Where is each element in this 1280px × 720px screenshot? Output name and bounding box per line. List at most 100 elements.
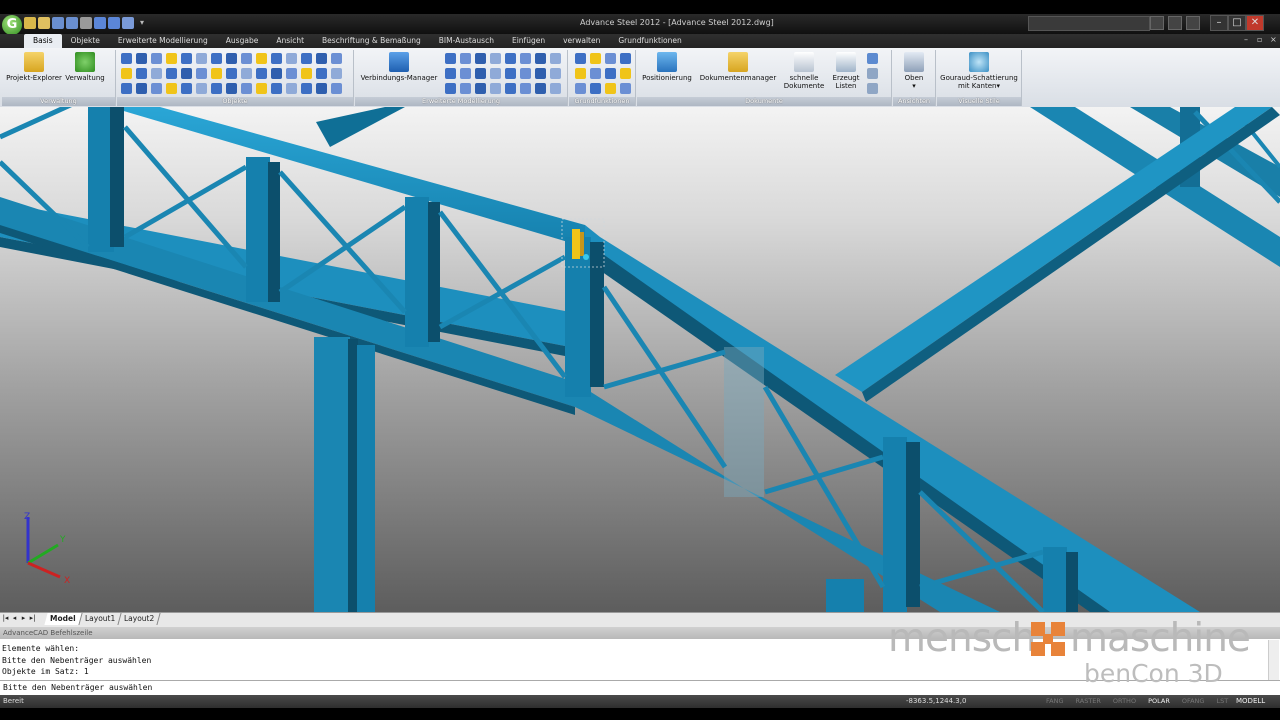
- ribbon-tool-icon[interactable]: [460, 53, 471, 64]
- ribbon-tool-icon[interactable]: [331, 68, 342, 79]
- steel-structure-3d-model[interactable]: Z Y X: [0, 107, 1280, 612]
- ribbon-tool-icon[interactable]: [505, 68, 516, 79]
- ribbon-tool-icon[interactable]: [151, 53, 162, 64]
- ribbon-tool-icon[interactable]: [535, 53, 546, 64]
- management-button[interactable]: Verwaltung: [64, 52, 106, 82]
- prev-layout-icon[interactable]: ◂: [11, 614, 18, 623]
- tab-2[interactable]: Erweiterte Modellierung: [109, 34, 217, 48]
- ribbon-tool-icon[interactable]: [256, 68, 267, 79]
- doc-restore-icon[interactable]: ▫: [1257, 35, 1262, 44]
- ribbon-tool-icon[interactable]: [271, 53, 282, 64]
- ribbon-tool-icon[interactable]: [286, 53, 297, 64]
- application-menu-button[interactable]: G: [2, 15, 22, 35]
- ribbon-tool-icon[interactable]: [301, 68, 312, 79]
- ribbon-tool-icon[interactable]: [620, 83, 631, 94]
- ribbon-tool-icon[interactable]: [166, 68, 177, 79]
- binoculars-icon[interactable]: [1150, 16, 1164, 30]
- ribbon-tool-icon[interactable]: [181, 68, 192, 79]
- ribbon-tool-icon[interactable]: [535, 68, 546, 79]
- ribbon-tool-icon[interactable]: [316, 53, 327, 64]
- ribbon-tool-icon[interactable]: [475, 53, 486, 64]
- ribbon-tool-icon[interactable]: [590, 53, 601, 64]
- model-space-button[interactable]: MODELL: [1236, 695, 1265, 708]
- new-file-icon[interactable]: [24, 17, 36, 29]
- ribbon-tool-icon[interactable]: [505, 53, 516, 64]
- close-button[interactable]: ✕: [1246, 15, 1264, 31]
- tab-4[interactable]: Ansicht: [267, 34, 313, 48]
- ribbon-tool-icon[interactable]: [590, 68, 601, 79]
- ribbon-tool-icon[interactable]: [286, 83, 297, 94]
- last-layout-icon[interactable]: ▸|: [29, 614, 36, 623]
- ribbon-tool-icon[interactable]: [196, 83, 207, 94]
- ribbon-tool-icon[interactable]: [620, 53, 631, 64]
- ribbon-tool-icon[interactable]: [331, 83, 342, 94]
- ribbon-tool-icon[interactable]: [301, 83, 312, 94]
- ribbon-tool-icon[interactable]: [460, 68, 471, 79]
- ribbon-tool-icon[interactable]: [316, 83, 327, 94]
- doc-minimize-icon[interactable]: –: [1244, 35, 1248, 44]
- truss-verticals[interactable]: [88, 107, 1078, 612]
- ribbon-tool-icon[interactable]: [575, 53, 586, 64]
- ribbon-tool-icon[interactable]: [520, 83, 531, 94]
- tab-3[interactable]: Ausgabe: [217, 34, 268, 48]
- ribbon-tool-icon[interactable]: [590, 83, 601, 94]
- ribbon-tool-icon[interactable]: [505, 83, 516, 94]
- ribbon-tool-icon[interactable]: [151, 83, 162, 94]
- ribbon-tool-icon[interactable]: [271, 83, 282, 94]
- toggle-lst[interactable]: LST: [1210, 695, 1234, 708]
- quick-documents-button[interactable]: schnelle Dokumente: [783, 52, 825, 90]
- search-input[interactable]: [1028, 16, 1150, 31]
- ribbon-tool-icon[interactable]: [226, 68, 237, 79]
- tab-7[interactable]: Einfügen: [503, 34, 554, 48]
- generated-lists-button[interactable]: Erzeugt Listen: [829, 52, 863, 90]
- redo-icon[interactable]: [108, 17, 120, 29]
- ribbon-tool-icon[interactable]: [520, 53, 531, 64]
- save-icon[interactable]: [52, 17, 64, 29]
- right-rafter[interactable]: [835, 107, 1280, 402]
- ribbon-tool-icon[interactable]: [196, 53, 207, 64]
- tab-0[interactable]: Basis: [24, 34, 62, 48]
- document-tool-icon[interactable]: [867, 53, 878, 64]
- print-icon[interactable]: [80, 17, 92, 29]
- toggle-raster[interactable]: RASTER: [1070, 695, 1107, 708]
- toggle-polar[interactable]: POLAR: [1142, 695, 1176, 708]
- ribbon-tool-icon[interactable]: [460, 83, 471, 94]
- ribbon-tool-icon[interactable]: [121, 53, 132, 64]
- open-folder-icon[interactable]: [38, 17, 50, 29]
- ribbon-tool-icon[interactable]: [271, 68, 282, 79]
- ribbon-tool-icon[interactable]: [301, 53, 312, 64]
- layout-tab-1[interactable]: Layout1: [79, 613, 122, 625]
- document-tool-icon[interactable]: [867, 68, 878, 79]
- toggle-fang[interactable]: FANG: [1040, 695, 1070, 708]
- maximize-button[interactable]: □: [1228, 15, 1246, 31]
- ribbon-tool-icon[interactable]: [151, 68, 162, 79]
- star-icon[interactable]: [1168, 16, 1182, 30]
- ribbon-tool-icon[interactable]: [445, 68, 456, 79]
- ribbon-tool-icon[interactable]: [605, 68, 616, 79]
- ribbon-tool-icon[interactable]: [181, 53, 192, 64]
- ribbon-tool-icon[interactable]: [136, 68, 147, 79]
- ribbon-tool-icon[interactable]: [620, 68, 631, 79]
- doc-close-icon[interactable]: ×: [1270, 35, 1277, 44]
- ribbon-tool-icon[interactable]: [475, 83, 486, 94]
- ribbon-tool-icon[interactable]: [136, 53, 147, 64]
- document-tool-icon[interactable]: [867, 83, 878, 94]
- ribbon-tool-icon[interactable]: [331, 53, 342, 64]
- connection-manager-button[interactable]: Verbindungs-Manager: [358, 52, 440, 82]
- purlin[interactable]: [316, 107, 405, 147]
- ribbon-tool-icon[interactable]: [550, 53, 561, 64]
- ribbon-tool-icon[interactable]: [605, 83, 616, 94]
- ribbon-tool-icon[interactable]: [256, 83, 267, 94]
- first-layout-icon[interactable]: |◂: [2, 614, 9, 623]
- ribbon-tool-icon[interactable]: [490, 68, 501, 79]
- model-viewport[interactable]: Z Y X: [0, 107, 1280, 612]
- toggle-ofang[interactable]: OFANG: [1176, 695, 1211, 708]
- minimize-button[interactable]: –: [1210, 15, 1228, 31]
- ribbon-tool-icon[interactable]: [121, 68, 132, 79]
- ribbon-tool-icon[interactable]: [166, 83, 177, 94]
- workspace-icon[interactable]: [122, 17, 134, 29]
- toggle-ortho[interactable]: ORTHO: [1107, 695, 1142, 708]
- ribbon-tool-icon[interactable]: [286, 68, 297, 79]
- ribbon-tool-icon[interactable]: [550, 83, 561, 94]
- view-top-button[interactable]: Oben ▾: [896, 52, 932, 90]
